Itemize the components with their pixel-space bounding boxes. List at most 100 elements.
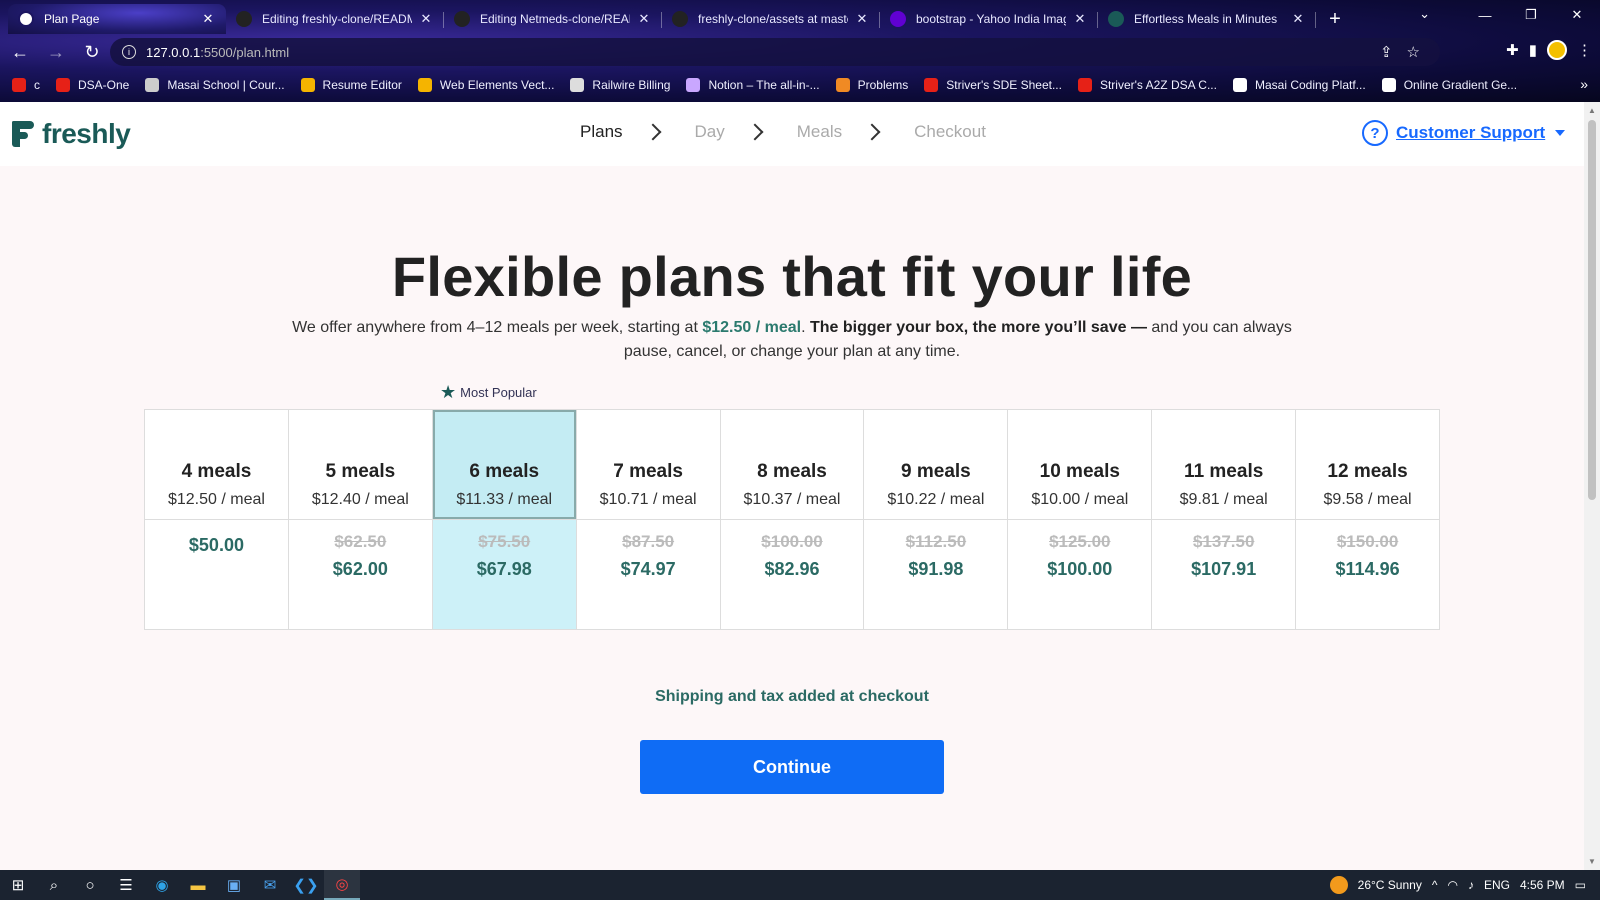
browser-tab[interactable]: bootstrap - Yahoo India Imag ✕ bbox=[880, 4, 1098, 34]
browser-tab[interactable]: Editing freshly-clone/READM ✕ bbox=[226, 4, 444, 34]
plan-option-7[interactable]: 7 meals $10.71 / meal $87.50 $74.97 bbox=[576, 410, 721, 629]
close-tab-icon[interactable]: ✕ bbox=[1072, 11, 1088, 27]
close-tab-icon[interactable]: ✕ bbox=[636, 11, 652, 27]
site-info-icon[interactable]: i bbox=[122, 45, 136, 59]
bookmark-label: Resume Editor bbox=[322, 78, 402, 92]
github-icon bbox=[454, 11, 470, 27]
bookmark-star-icon[interactable]: ☆ bbox=[1407, 43, 1420, 61]
vscode-icon[interactable]: ❮❯ bbox=[288, 870, 324, 900]
restore-icon[interactable]: ❐ bbox=[1508, 0, 1554, 30]
bookmark-item[interactable]: Masai School | Cour... bbox=[145, 78, 285, 92]
browser-tab[interactable]: Editing Netmeds-clone/READ ✕ bbox=[444, 4, 662, 34]
windows-start-icon[interactable]: ⊞ bbox=[0, 870, 36, 900]
bookmark-item[interactable]: Masai Coding Platf... bbox=[1232, 78, 1366, 92]
bookmark-item[interactable]: Web Elements Vect... bbox=[417, 78, 554, 92]
page-scrollbar[interactable]: ▲ ▼ bbox=[1584, 102, 1600, 870]
plan-old-price: $87.50 bbox=[622, 532, 675, 551]
plan-per-meal: $12.50 / meal bbox=[167, 491, 265, 508]
web-elements-icon bbox=[417, 78, 432, 92]
weather-text[interactable]: 26°C Sunny bbox=[1358, 878, 1422, 892]
bookmark-item[interactable]: DSA-One bbox=[56, 78, 129, 92]
continue-button[interactable]: Continue bbox=[640, 740, 944, 794]
tab-search-icon[interactable]: ⌄ bbox=[1419, 6, 1430, 22]
close-tab-icon[interactable]: ✕ bbox=[1290, 11, 1306, 27]
plan-old-price: $62.50 bbox=[334, 532, 387, 551]
bookmark-item[interactable]: Notion – The all-in-... bbox=[686, 78, 820, 92]
bookmark-item[interactable]: Resume Editor bbox=[300, 78, 402, 92]
close-tab-icon[interactable]: ✕ bbox=[418, 11, 434, 27]
bookmark-item[interactable]: Striver's SDE Sheet... bbox=[924, 78, 1062, 92]
task-view-icon[interactable]: ☰ bbox=[108, 870, 144, 900]
file-explorer-icon[interactable]: ▬ bbox=[180, 870, 216, 900]
plan-per-meal: $10.22 / meal bbox=[887, 491, 985, 508]
plan-option-10[interactable]: 10 meals $10.00 / meal $125.00 $100.00 bbox=[1008, 410, 1153, 629]
notion-icon bbox=[686, 78, 701, 92]
plan-pricing: $50.00 bbox=[145, 520, 288, 560]
browser-tab[interactable]: freshly-clone/assets at maste ✕ bbox=[662, 4, 880, 34]
bookmarks-overflow-icon[interactable]: » bbox=[1580, 76, 1588, 92]
plan-option-9[interactable]: 9 meals $10.22 / meal $112.50 $91.98 bbox=[864, 410, 1009, 629]
volume-icon[interactable]: ♪ bbox=[1468, 878, 1474, 892]
bookmark-item[interactable]: c bbox=[12, 78, 40, 92]
plan-per-meal: $9.81 / meal bbox=[1179, 491, 1268, 508]
plan-option-6[interactable]: 6 meals $11.33 / meal $75.50 $67.98 bbox=[432, 410, 577, 629]
scroll-down-icon[interactable]: ▼ bbox=[1587, 857, 1597, 866]
plan-per-meal: $10.37 / meal bbox=[743, 491, 841, 508]
bookmark-label: Problems bbox=[857, 78, 909, 92]
network-icon[interactable]: ◠ bbox=[1447, 878, 1457, 892]
mail-icon[interactable]: ✉ bbox=[252, 870, 288, 900]
bookmark-item[interactable]: Striver's A2Z DSA C... bbox=[1077, 78, 1217, 92]
tab-title: Plan Page bbox=[44, 12, 100, 26]
notifications-icon[interactable]: ▭ bbox=[1575, 878, 1586, 892]
chrome-icon[interactable]: ◎ bbox=[324, 870, 360, 900]
weather-icon[interactable] bbox=[1329, 876, 1348, 894]
logo-text: freshly bbox=[42, 118, 131, 149]
reload-icon[interactable]: ↻ bbox=[76, 36, 108, 68]
new-tab-button[interactable]: + bbox=[1320, 4, 1350, 34]
bookmark-label: DSA-One bbox=[78, 78, 130, 92]
browser-tab[interactable]: Plan Page ✕ bbox=[8, 4, 226, 34]
menu-kebab-icon[interactable]: ⋮ bbox=[1577, 41, 1592, 59]
tray-overflow-icon[interactable]: ^ bbox=[1432, 878, 1438, 892]
browser-tab[interactable]: Effortless Meals in Minutes ✕ bbox=[1098, 4, 1316, 34]
plan-meals: 8 meals bbox=[757, 461, 827, 482]
plan-price: $100.00 bbox=[1047, 559, 1113, 579]
bookmark-item[interactable]: Online Gradient Ge... bbox=[1381, 78, 1517, 92]
cortana-icon[interactable]: ○ bbox=[72, 870, 108, 900]
url-path: :5500/plan.html bbox=[200, 44, 290, 60]
plan-price: $82.96 bbox=[764, 559, 820, 579]
close-tab-icon[interactable]: ✕ bbox=[200, 11, 216, 27]
edge-icon[interactable]: ◉ bbox=[144, 870, 180, 900]
plan-option-12[interactable]: 12 meals $9.58 / meal $150.00 $114.96 bbox=[1296, 410, 1440, 629]
tuf-icon bbox=[924, 78, 939, 92]
step-checkout: Checkout bbox=[914, 122, 986, 141]
close-tab-icon[interactable]: ✕ bbox=[854, 11, 870, 27]
extensions-icon[interactable]: ✚ bbox=[1506, 41, 1519, 59]
plan-option-5[interactable]: 5 meals $12.40 / meal $62.50 $62.00 bbox=[288, 410, 433, 629]
side-panel-icon[interactable]: ▮ bbox=[1529, 41, 1537, 59]
freshly-logo[interactable]: freshly bbox=[12, 118, 131, 150]
bookmark-item[interactable]: Railwire Billing bbox=[570, 78, 670, 92]
masai-coding-icon bbox=[1232, 78, 1247, 92]
bookmark-item[interactable]: Problems bbox=[835, 78, 909, 92]
minimize-icon[interactable]: — bbox=[1462, 0, 1508, 30]
clock[interactable]: 4:56 PM bbox=[1520, 878, 1565, 892]
youtube-icon bbox=[56, 78, 70, 92]
close-window-icon[interactable]: ✕ bbox=[1554, 0, 1600, 30]
customer-support-dropdown[interactable]: ? Customer Support bbox=[1362, 120, 1566, 146]
share-icon[interactable]: ⇪ bbox=[1380, 43, 1393, 61]
plan-option-11[interactable]: 11 meals $9.81 / meal $137.50 $107.91 bbox=[1152, 410, 1297, 629]
forward-icon[interactable]: → bbox=[40, 36, 72, 68]
store-icon[interactable]: ▣ bbox=[216, 870, 252, 900]
plan-option-8[interactable]: 8 meals $10.37 / meal $100.00 $82.96 bbox=[720, 410, 865, 629]
profile-avatar[interactable] bbox=[1547, 40, 1567, 60]
address-bar[interactable]: i 127.0.0.1:5500/plan.html ⇪ ☆ bbox=[110, 38, 1440, 66]
language-indicator[interactable]: ENG bbox=[1484, 878, 1510, 892]
step-plans[interactable]: Plans bbox=[580, 122, 623, 142]
tab-strip: Plan Page ✕ Editing freshly-clone/READM ✕ Ed… bbox=[0, 0, 1600, 34]
scrollbar-thumb[interactable] bbox=[1588, 120, 1596, 500]
search-icon[interactable]: ⌕ bbox=[36, 870, 72, 900]
back-icon[interactable]: ← bbox=[4, 36, 36, 68]
plan-option-4[interactable]: 4 meals $12.50 / meal $50.00 bbox=[145, 410, 289, 629]
scroll-up-icon[interactable]: ▲ bbox=[1587, 106, 1597, 115]
